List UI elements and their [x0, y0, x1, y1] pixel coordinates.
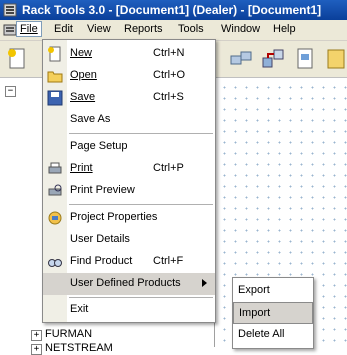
- menu-tools[interactable]: Tools: [178, 23, 204, 35]
- connect-icon[interactable]: [260, 46, 286, 72]
- tree-collapse-toggle[interactable]: −: [5, 86, 16, 97]
- menu-reports[interactable]: Reports: [124, 23, 163, 35]
- open-folder-icon: [47, 71, 63, 83]
- menu-item-open[interactable]: Open Ctrl+O: [43, 65, 215, 87]
- print-preview-icon: [48, 184, 62, 196]
- menu-item-user-details[interactable]: User Details: [43, 229, 215, 251]
- menu-separator: [69, 204, 213, 205]
- tree-item-furman[interactable]: FURMAN: [45, 328, 92, 340]
- notes-icon[interactable]: [324, 46, 347, 72]
- menu-item-print-preview[interactable]: Print Preview: [43, 180, 215, 202]
- menu-item-new[interactable]: New Ctrl+N: [43, 43, 215, 65]
- menu-item-save[interactable]: Save Ctrl+S: [43, 87, 215, 109]
- file-menu: New Ctrl+N Open Ctrl+O Save Ctrl+S Save …: [42, 39, 216, 323]
- title-bar: Rack Tools 3.0 - [Document1] (Dealer) - …: [0, 0, 347, 20]
- save-disk-icon: [47, 90, 63, 106]
- submenu-item-import[interactable]: Import: [233, 302, 313, 324]
- tree-item-netstream[interactable]: NETSTREAM: [45, 342, 113, 354]
- new-document-icon: [48, 46, 61, 62]
- menu-item-save-as[interactable]: Save As: [43, 109, 215, 131]
- user-defined-products-submenu: Export Import Delete All: [232, 277, 314, 349]
- menu-item-user-defined-products[interactable]: User Defined Products: [43, 273, 215, 295]
- menu-file[interactable]: File: [16, 21, 42, 37]
- menu-item-find-product[interactable]: Find Product Ctrl+F: [43, 251, 215, 273]
- menu-window[interactable]: Window: [221, 23, 260, 35]
- menu-edit[interactable]: Edit: [54, 23, 73, 35]
- menu-item-project-properties[interactable]: Project Properties: [43, 207, 215, 229]
- menu-help[interactable]: Help: [273, 23, 296, 35]
- menu-bar: File Edit View Reports Tools Window Help: [0, 20, 347, 41]
- submenu-item-delete-all[interactable]: Delete All: [233, 324, 313, 346]
- menu-item-print[interactable]: Print Ctrl+P: [43, 158, 215, 180]
- submenu-item-export[interactable]: Export: [233, 280, 313, 302]
- find-icon: [48, 259, 62, 267]
- submenu-arrow-icon: [202, 279, 207, 287]
- printer-icon: [48, 162, 62, 174]
- rack-tools-icon: [3, 3, 17, 17]
- menu-view[interactable]: View: [87, 23, 111, 35]
- tree-expand-toggle[interactable]: +: [31, 330, 42, 341]
- tree-expand-toggle[interactable]: +: [31, 344, 42, 355]
- window-title: Rack Tools 3.0 - [Document1] (Dealer) - …: [22, 3, 322, 17]
- network-icon[interactable]: [228, 46, 254, 72]
- document-icon[interactable]: [292, 46, 318, 72]
- menu-separator: [69, 133, 213, 134]
- menu-separator: [69, 297, 213, 298]
- menu-item-exit[interactable]: Exit: [43, 299, 215, 321]
- menu-item-page-setup[interactable]: Page Setup: [43, 136, 215, 158]
- new-project-icon[interactable]: [4, 46, 30, 72]
- properties-icon: [48, 211, 62, 225]
